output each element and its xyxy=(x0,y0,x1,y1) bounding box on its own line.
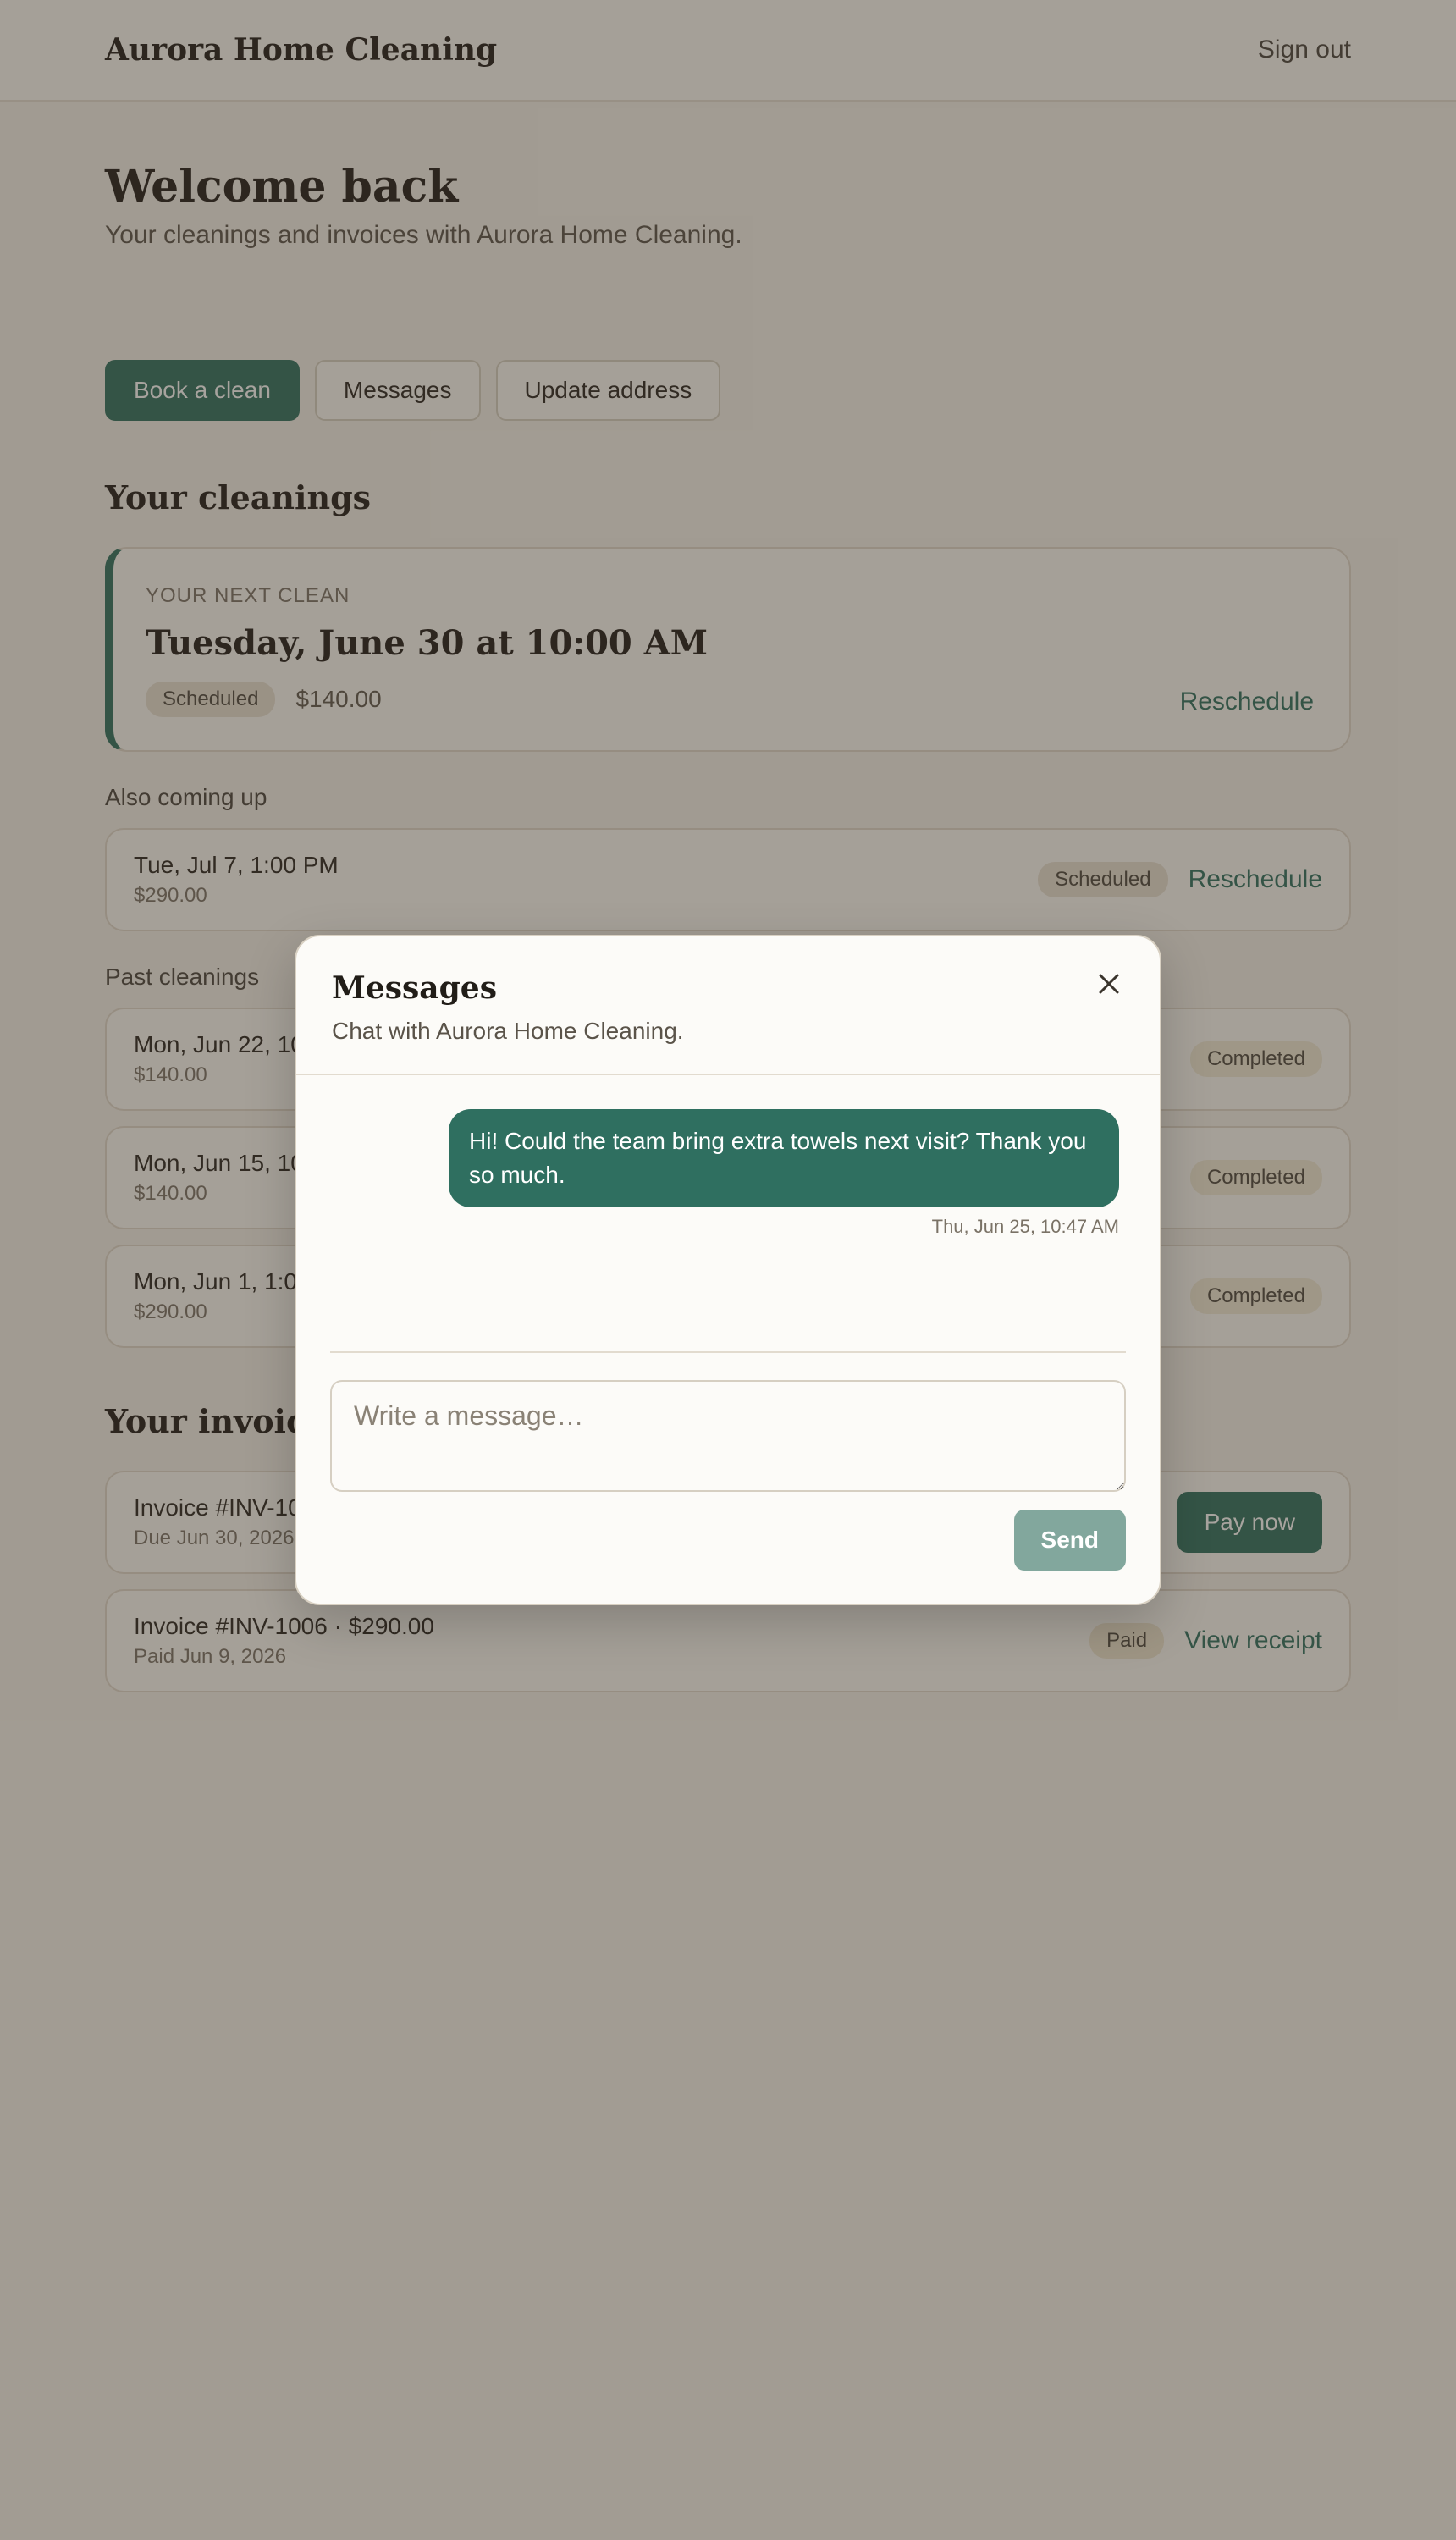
close-icon[interactable] xyxy=(1092,967,1126,1001)
messages-dialog: Messages Chat with Aurora Home Cleaning.… xyxy=(295,935,1161,1605)
dialog-title: Messages xyxy=(332,970,497,1006)
send-button[interactable]: Send xyxy=(1013,1510,1126,1571)
dialog-subtitle: Chat with Aurora Home Cleaning. xyxy=(332,1018,684,1044)
message-timestamp: Thu, Jun 25, 10:47 AM xyxy=(931,1216,1119,1237)
message-bubble: Hi! Could the team bring extra towels ne… xyxy=(449,1109,1119,1207)
message-input[interactable] xyxy=(330,1380,1126,1492)
message-thread[interactable]: Hi! Could the team bring extra towels ne… xyxy=(330,1075,1126,1353)
